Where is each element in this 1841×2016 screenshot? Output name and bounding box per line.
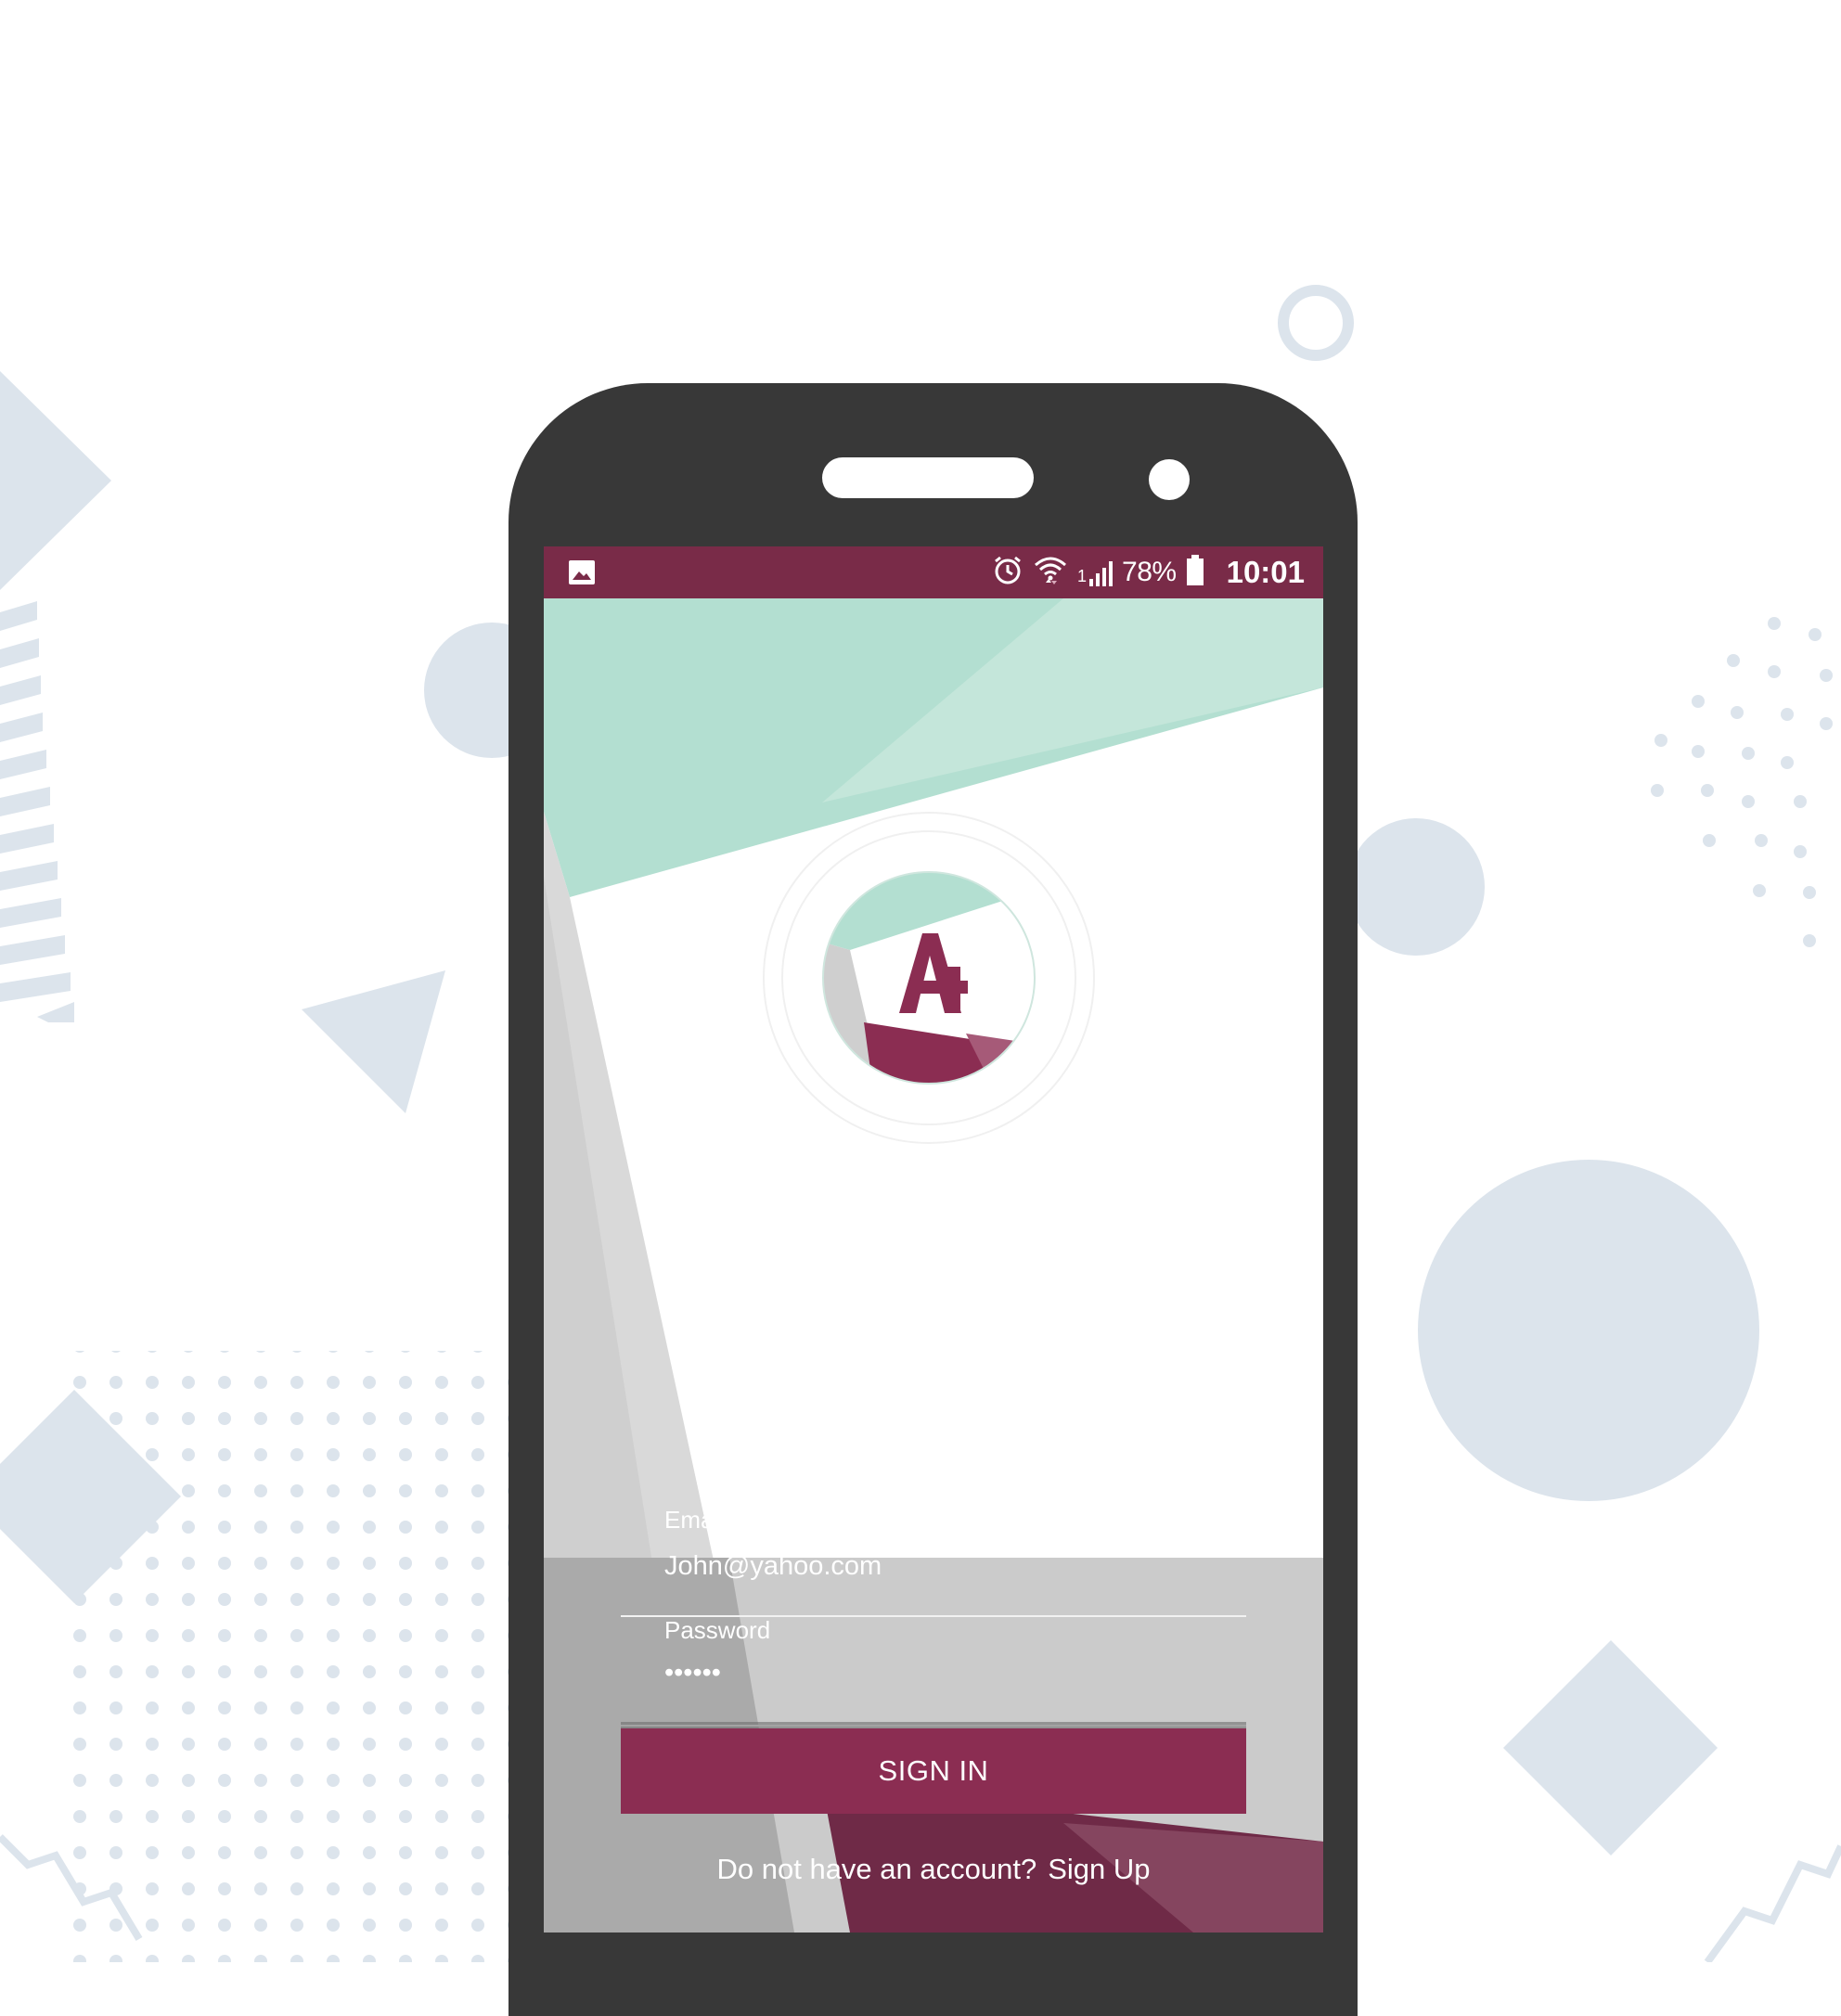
no-account-text: Do not have an account?: [716, 1853, 1037, 1885]
dot-pattern-right: [1651, 617, 1833, 947]
zigzag-right: [1704, 1844, 1841, 1962]
battery-icon: [1186, 554, 1204, 591]
clock-time: 10:01: [1226, 555, 1305, 589]
phone-speaker: [822, 457, 1034, 498]
big-circle: [1418, 1160, 1759, 1501]
app-logo: [762, 811, 1096, 1145]
status-icons: 1 78% 10:01: [992, 546, 1305, 598]
email-label: Email: [664, 1506, 726, 1534]
right-diamond-shape: [1503, 1640, 1718, 1855]
ring-shape: [1278, 285, 1354, 361]
signup-prompt: Do not have an account? Sign Up: [544, 1853, 1323, 1886]
phone-screen: 1 78% 10:01 Email John@yahoo.com Passwor…: [544, 546, 1323, 1933]
triangle-shape: [302, 970, 445, 1113]
phone-camera: [1149, 459, 1190, 500]
sim-number: 1: [1077, 567, 1088, 585]
dot-pattern-left: [65, 1351, 510, 1962]
signal-icon: 1: [1077, 559, 1114, 586]
left-diamond-shape: [0, 371, 111, 590]
email-field[interactable]: John@yahoo.com: [664, 1551, 882, 1582]
mid-right-circle: [1347, 818, 1485, 956]
password-label: Password: [664, 1616, 771, 1644]
sign-in-button[interactable]: SIGN IN: [621, 1728, 1246, 1814]
battery-percent: 78%: [1122, 557, 1177, 587]
status-bar: 1 78% 10:01: [544, 546, 1323, 598]
alarm-icon: [992, 555, 1023, 591]
left-stripes: [0, 601, 74, 1022]
wifi-icon: [1033, 555, 1068, 591]
sign-up-link[interactable]: Sign Up: [1048, 1853, 1150, 1885]
password-field[interactable]: ••••••: [664, 1658, 721, 1689]
image-icon: [568, 559, 596, 590]
